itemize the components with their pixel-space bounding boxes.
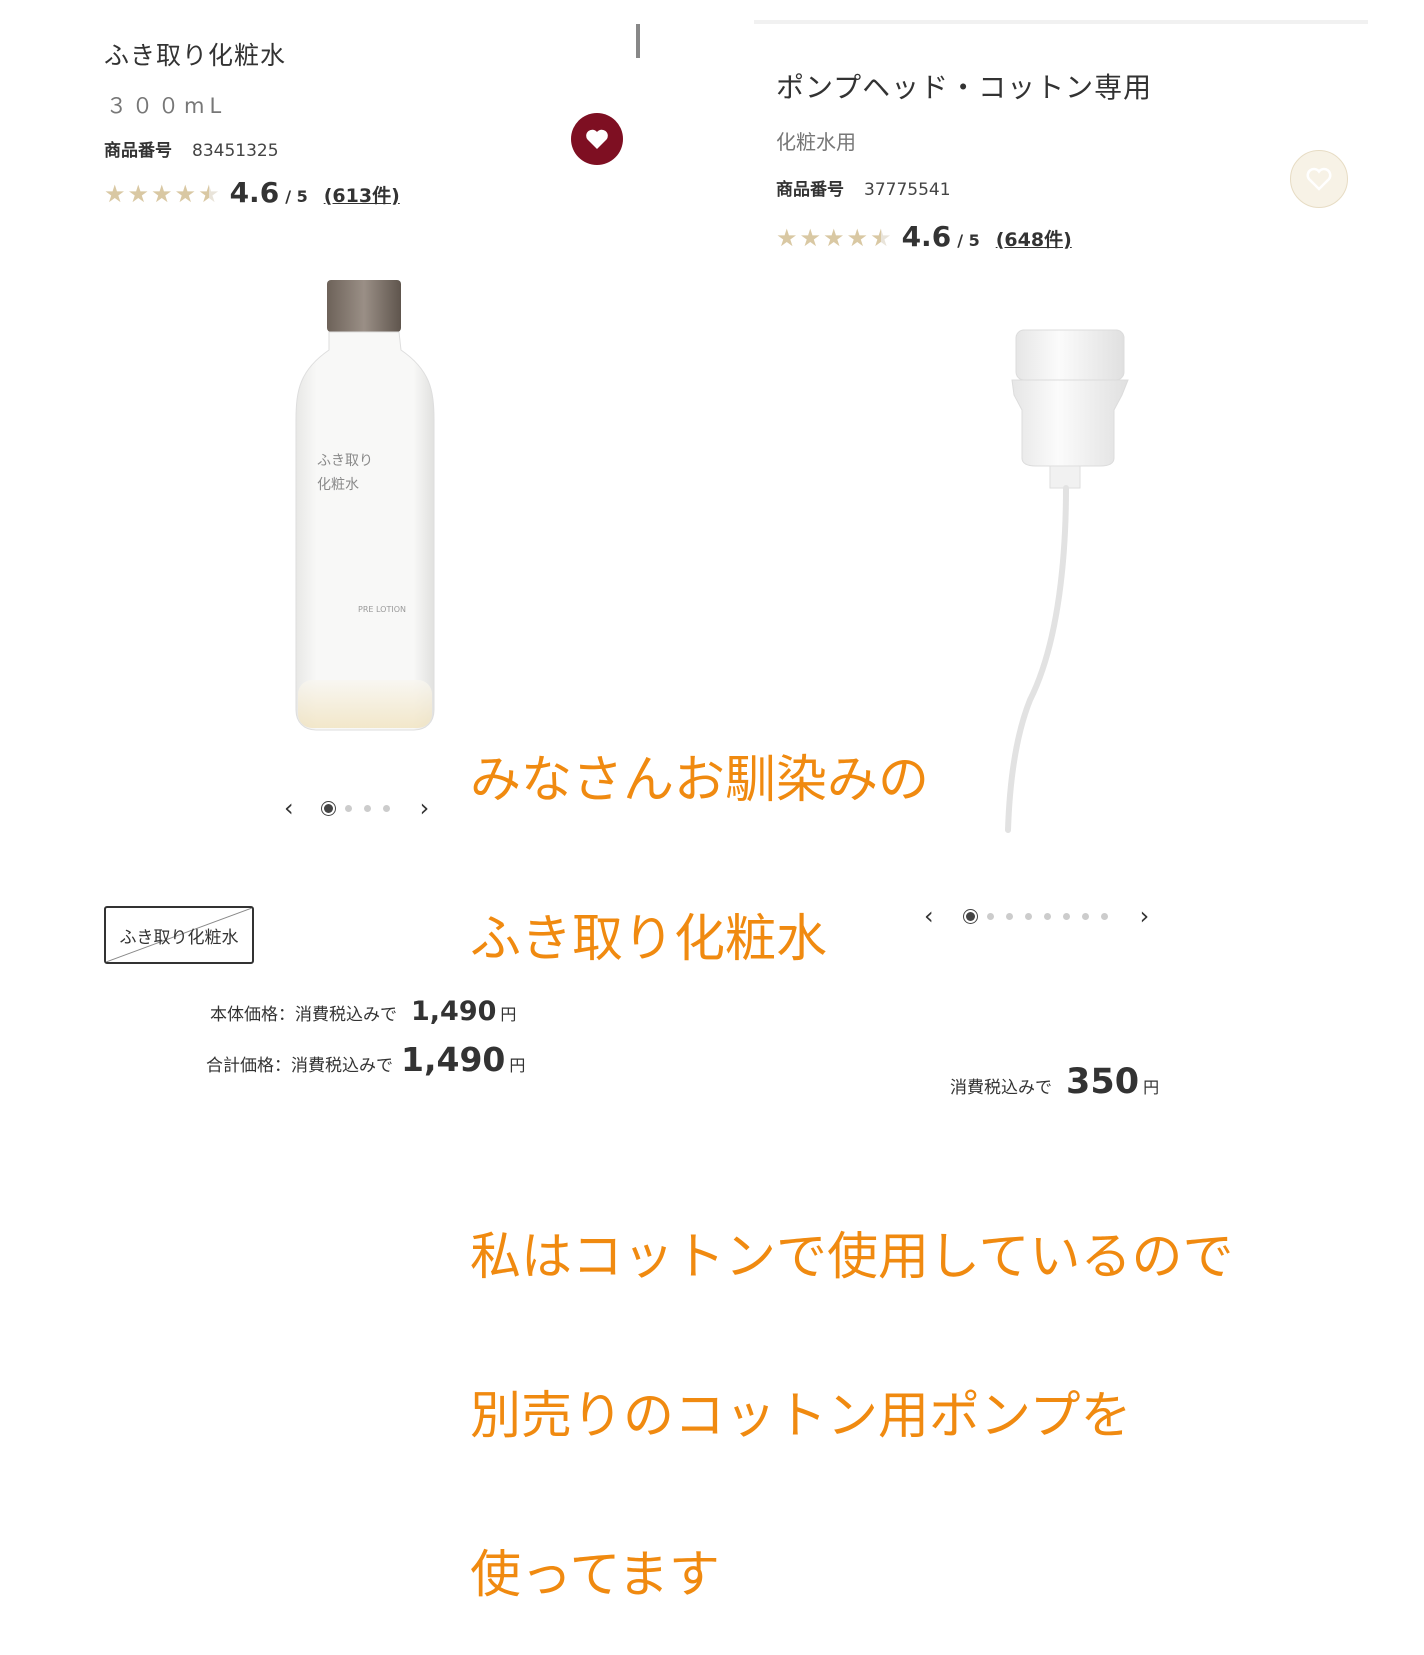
rating-stars: ★ ★ ★ ★ ★ xyxy=(776,226,892,250)
product-code-value: 37775541 xyxy=(864,180,951,200)
carousel-dot[interactable] xyxy=(382,804,390,812)
carousel-dot[interactable] xyxy=(344,804,352,812)
favorite-button[interactable] xyxy=(1290,150,1348,208)
star-icon: ★ xyxy=(799,224,822,252)
product-image-bottle: ふき取り 化粧水 PRE LOTION xyxy=(295,280,435,731)
right-rating: ★ ★ ★ ★ ★ 4.6 / 5 (648件) xyxy=(776,220,1072,253)
left-carousel-nav: ‹ › xyxy=(284,794,429,822)
rating-score: 4.6 xyxy=(229,176,280,209)
review-count-link[interactable]: (648件) xyxy=(996,225,1072,252)
star-icon: ★ xyxy=(846,224,869,252)
carousel-dot[interactable] xyxy=(363,804,371,812)
favorite-button[interactable] xyxy=(571,113,623,165)
star-icon: ★ xyxy=(776,224,798,252)
price-label: 本体価格：消費税込みで xyxy=(210,1005,397,1025)
scroll-indicator xyxy=(636,24,640,58)
carousel-dot[interactable] xyxy=(323,803,333,813)
rating-out-of: / 5 xyxy=(957,231,980,250)
star-half-icon: ★ xyxy=(870,224,892,252)
overlay-caption: みなさんお馴染みの ふき取り化粧水 私はコットンで使用しているので 別売りのコッ… xyxy=(470,648,1233,1655)
star-icon: ★ xyxy=(127,180,150,208)
rating-score: 4.6 xyxy=(901,220,952,253)
bottle-text-1: ふき取り xyxy=(317,453,373,469)
variant-option-button[interactable]: ふき取り化粧水 xyxy=(104,906,254,964)
left-product-volume: ３００mL xyxy=(106,94,227,118)
right-product-title: ポンプヘッド・コットン専用 xyxy=(776,71,1153,104)
bottle-text-2: 化粧水 xyxy=(317,477,359,493)
product-code-value: 83451325 xyxy=(192,141,279,161)
chevron-left-icon[interactable]: ‹ xyxy=(284,794,294,822)
heart-icon xyxy=(586,129,608,149)
caption-line: 別売りのコットン用ポンプを xyxy=(470,1387,1132,1446)
price-label: 合計価格：消費税込みで xyxy=(206,1056,393,1076)
left-product-code-row: 商品番号 83451325 xyxy=(104,136,279,161)
star-icon: ★ xyxy=(151,180,173,208)
caption-line: 私はコットンで使用しているので xyxy=(470,1228,1234,1287)
heart-outline-icon xyxy=(1306,167,1332,191)
chevron-right-icon[interactable]: › xyxy=(420,794,430,822)
variant-option-label: ふき取り化粧水 xyxy=(119,927,239,948)
top-divider xyxy=(754,20,1368,24)
caption-line: 使ってます xyxy=(470,1546,720,1605)
product-code-label: 商品番号 xyxy=(776,180,844,200)
left-rating: ★ ★ ★ ★ ★ 4.6 / 5 (613件) xyxy=(104,176,400,209)
star-half-icon: ★ xyxy=(198,180,220,208)
caption-line: ふき取り化粧水 xyxy=(470,910,828,969)
caption-line xyxy=(470,1072,1233,1125)
review-count-link[interactable]: (613件) xyxy=(324,181,400,208)
rating-out-of: / 5 xyxy=(285,187,308,206)
rating-stars: ★ ★ ★ ★ ★ xyxy=(104,182,220,206)
bottle-label-en: PRE LOTION xyxy=(358,605,406,614)
right-product-subtitle: 化粧水用 xyxy=(776,130,856,154)
left-product-title: ふき取り化粧水 xyxy=(104,41,287,70)
caption-line: みなさんお馴染みの xyxy=(470,751,930,810)
product-code-label: 商品番号 xyxy=(104,141,172,161)
star-icon: ★ xyxy=(174,180,197,208)
star-icon: ★ xyxy=(104,180,126,208)
star-icon: ★ xyxy=(823,224,845,252)
right-product-code-row: 商品番号 37775541 xyxy=(776,175,951,200)
